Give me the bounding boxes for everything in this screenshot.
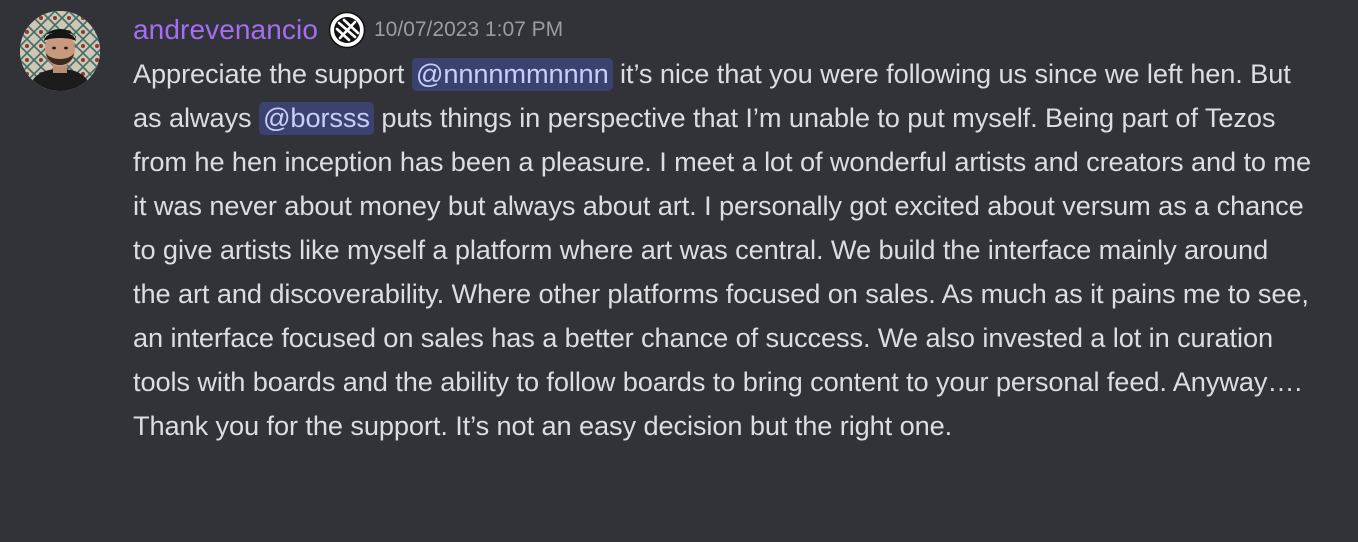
message-text: Appreciate the support @nnnnmmnnnn it’s … <box>133 52 1313 448</box>
message-timestamp: 10/07/2023 1:07 PM <box>374 18 564 41</box>
crossed-circle-badge-icon[interactable] <box>328 11 366 49</box>
user-mention[interactable]: @borsss <box>258 102 374 135</box>
user-avatar[interactable] <box>20 11 100 91</box>
username[interactable]: andrevenancio <box>133 10 318 50</box>
message-text-segment: puts things in perspective that I’m unab… <box>133 102 1311 441</box>
message-content: Appreciate the support @nnnnmmnnnn it’s … <box>133 52 1313 448</box>
user-mention[interactable]: @nnnnmmnnnn <box>411 58 613 91</box>
message-header: andrevenancio 10/07/2023 1:07 PM <box>133 10 563 50</box>
chat-message: andrevenancio 10/07/2023 1:07 PM Appreci… <box>0 0 1358 542</box>
avatar-photo-icon <box>20 11 100 91</box>
message-text-segment: Appreciate the support <box>133 58 412 89</box>
